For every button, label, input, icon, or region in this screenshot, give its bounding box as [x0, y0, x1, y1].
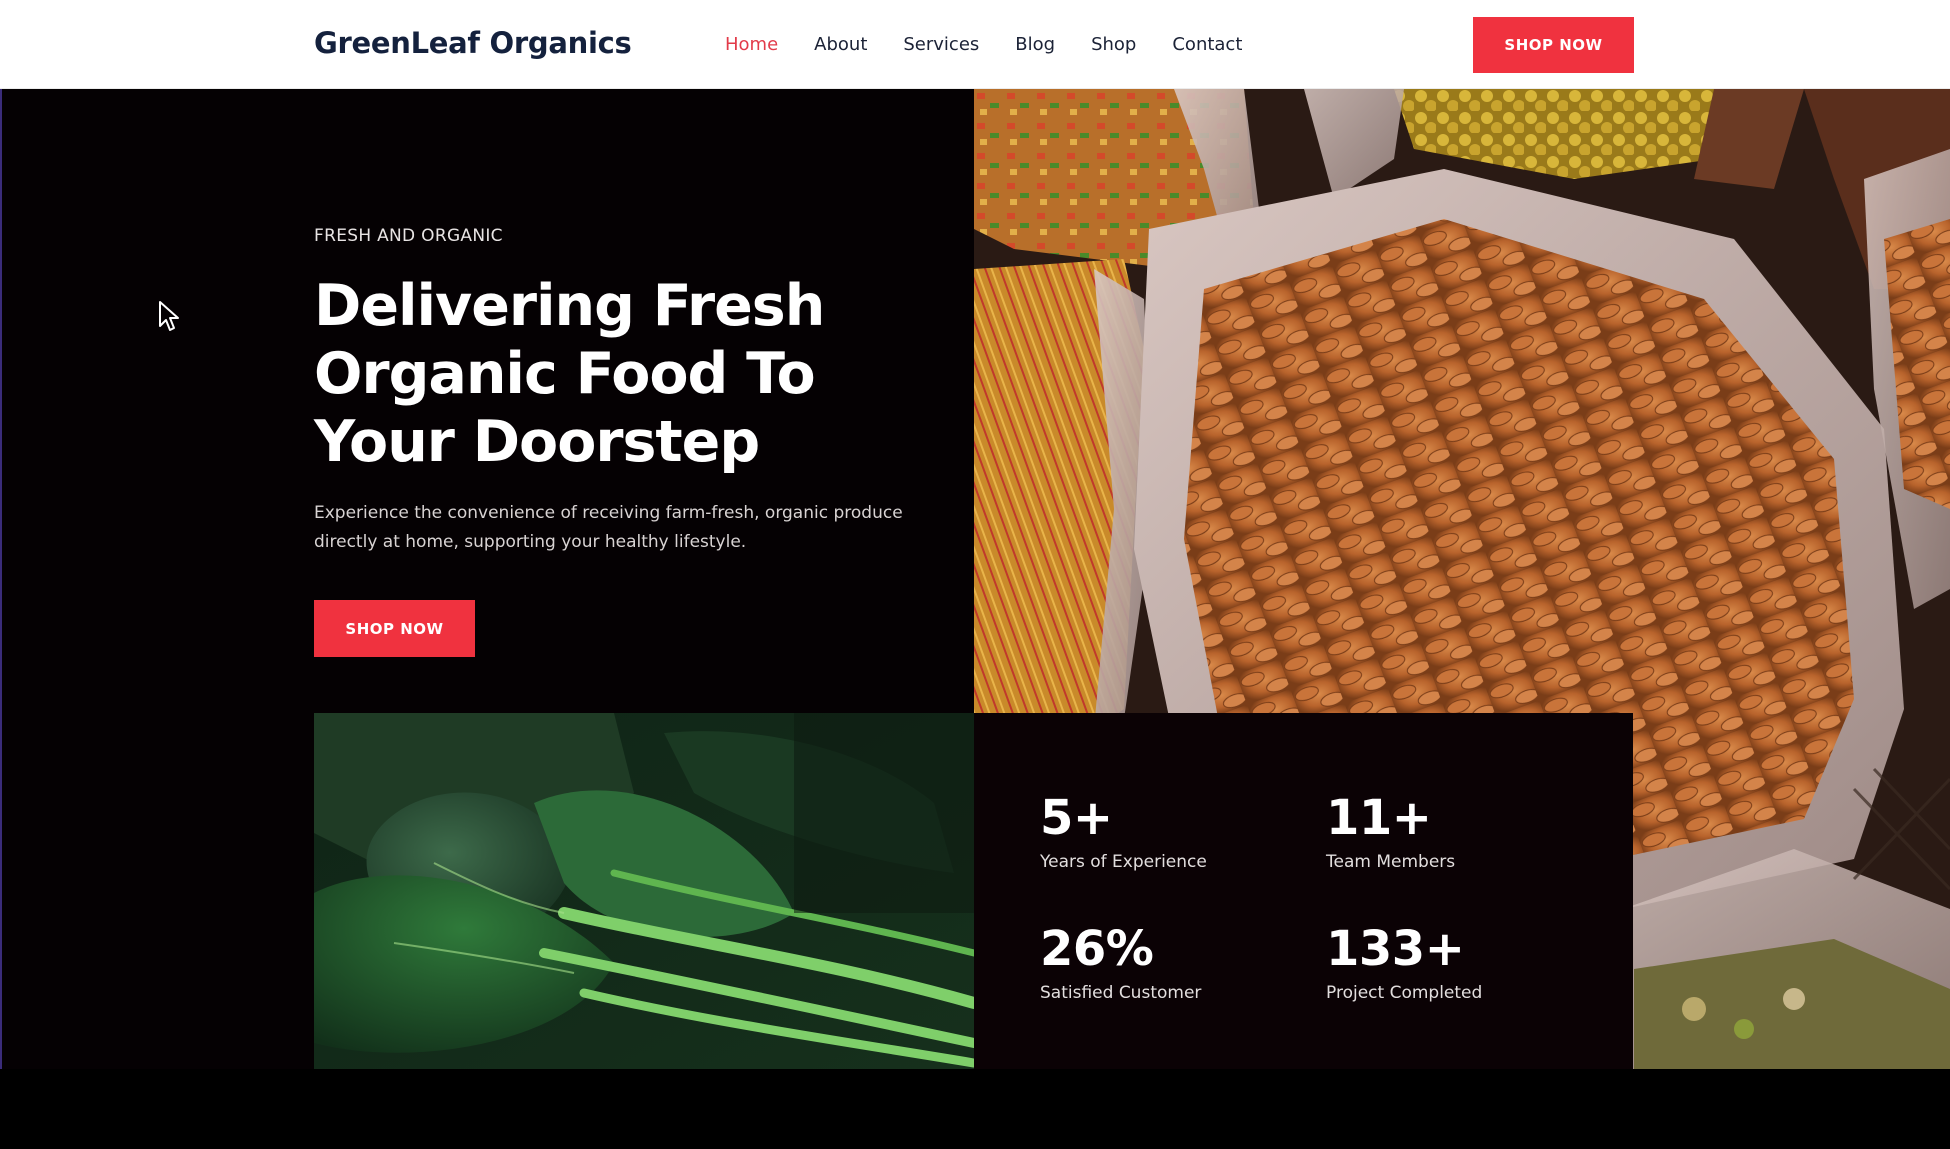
spinach-leaves-image	[314, 713, 974, 1069]
stat-team-members: 11+ Team Members	[1326, 790, 1455, 872]
hero-description-line-1: Experience the convenience of receiving …	[314, 503, 903, 523]
stat-label: Satisfied Customer	[1040, 983, 1202, 1003]
page-viewport: GreenLeaf Organics Home About Services B…	[0, 0, 1950, 1069]
stat-value: 133+	[1326, 921, 1465, 977]
nav-link-about[interactable]: About	[814, 34, 867, 55]
hero-description-line-2: directly at home, supporting your health…	[314, 532, 747, 552]
nav-menu: Home About Services Blog Shop Contact	[725, 34, 1278, 55]
stat-label: Project Completed	[1326, 983, 1483, 1003]
stat-value: 11+	[1326, 790, 1432, 846]
hero-title-line-3: Your Doorstep	[314, 409, 760, 475]
hero-eyebrow: FRESH AND ORGANIC	[314, 226, 503, 246]
nav-link-blog[interactable]: Blog	[1015, 34, 1055, 55]
nav-shop-now-button[interactable]: SHOP NOW	[1473, 17, 1634, 73]
stat-value: 26%	[1040, 921, 1154, 977]
stat-years-experience: 5+ Years of Experience	[1040, 790, 1207, 872]
hero-title: Delivering Fresh Organic Food To Your Do…	[314, 272, 834, 476]
nav-link-contact[interactable]: Contact	[1172, 34, 1242, 55]
stat-value: 5+	[1040, 790, 1113, 846]
hero-title-line-1: Delivering Fresh	[314, 273, 825, 339]
stats-panel: 5+ Years of Experience 11+ Team Members …	[974, 713, 1633, 1069]
nav-link-shop[interactable]: Shop	[1091, 34, 1136, 55]
mouse-cursor-icon	[159, 301, 179, 331]
hero-description: Experience the convenience of receiving …	[314, 499, 914, 557]
stat-satisfied-customer: 26% Satisfied Customer	[1040, 921, 1201, 1003]
nav-link-home[interactable]: Home	[725, 34, 778, 55]
top-navbar: GreenLeaf Organics Home About Services B…	[0, 0, 1950, 89]
nav-link-services[interactable]: Services	[903, 34, 979, 55]
stat-label: Years of Experience	[1040, 852, 1207, 872]
window-edge	[0, 0, 2, 1069]
hero-title-line-2: Organic Food To	[314, 341, 816, 407]
stat-project-completed: 133+ Project Completed	[1326, 921, 1482, 1003]
hero-shop-now-button[interactable]: SHOP NOW	[314, 600, 475, 657]
site-logo[interactable]: GreenLeaf Organics	[314, 26, 632, 60]
stat-label: Team Members	[1326, 852, 1456, 872]
